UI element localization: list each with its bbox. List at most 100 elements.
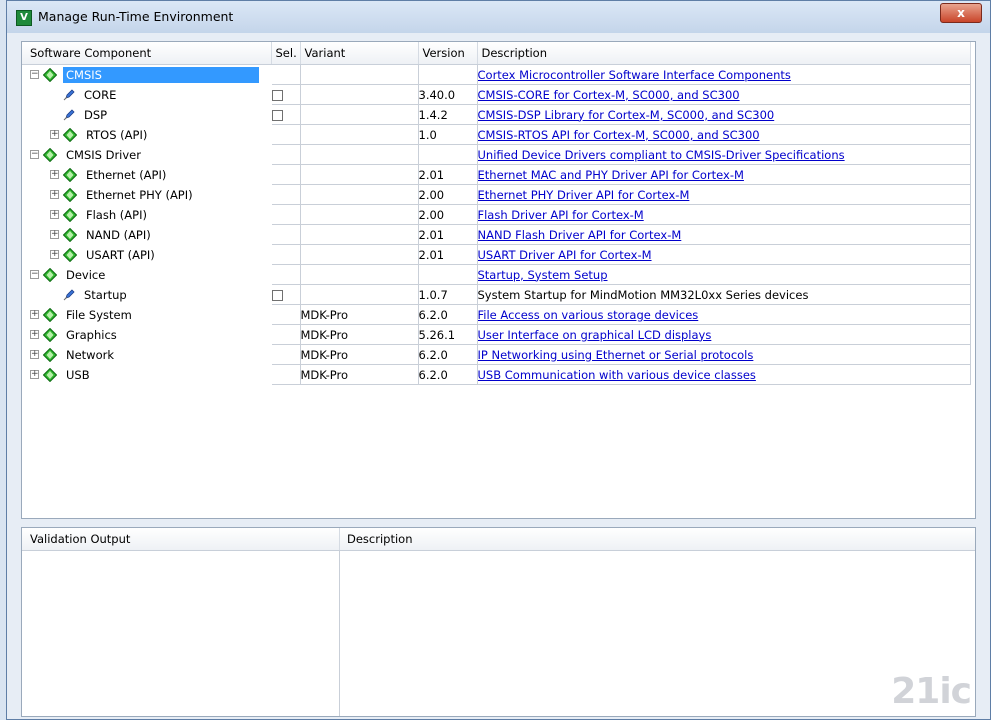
tree-node[interactable]: DSP: [22, 105, 270, 124]
description-link[interactable]: Ethernet MAC and PHY Driver API for Cort…: [478, 168, 744, 182]
table-row[interactable]: + Ethernet PHY (API) 2.00 Ethernet PHY Dri…: [22, 184, 971, 205]
table-row[interactable]: + Network MDK-Pro 6.2.0 IP Networking using…: [22, 344, 971, 365]
tree-node[interactable]: Startup: [22, 285, 270, 304]
description-link[interactable]: CMSIS-DSP Library for Cortex-M, SC000, a…: [478, 108, 775, 122]
header-software-component[interactable]: Software Component: [22, 42, 272, 65]
sel-cell[interactable]: [271, 284, 301, 305]
table-row[interactable]: + RTOS (API) 1.0 CMSIS-RTOS API for Cortex…: [22, 124, 971, 145]
tree-node[interactable]: + USB: [22, 365, 270, 384]
header-sel[interactable]: Sel.: [271, 42, 301, 65]
sel-cell[interactable]: [271, 104, 301, 125]
expand-icon[interactable]: +: [50, 210, 59, 219]
description-link[interactable]: CMSIS-CORE for Cortex-M, SC000, and SC30…: [478, 88, 740, 102]
table-row[interactable]: CORE 3.40.0 CMSIS-CORE for Cortex-M, SC000…: [22, 84, 971, 105]
window-title: Manage Run-Time Environment: [38, 9, 234, 24]
sel-cell: [271, 304, 301, 325]
tree-node[interactable]: + USART (API): [22, 245, 270, 264]
tree-node[interactable]: + NAND (API): [22, 225, 270, 244]
description-cell: Flash Driver API for Cortex-M: [477, 204, 971, 225]
table-row[interactable]: Startup 1.0.7 System Startup for MindMotio…: [22, 284, 971, 305]
tree-node[interactable]: + RTOS (API): [22, 125, 270, 144]
variant-cell[interactable]: MDK-Pro: [300, 324, 419, 345]
description-cell: Cortex Microcontroller Software Interfac…: [477, 64, 971, 85]
select-checkbox[interactable]: [271, 109, 283, 121]
description-link[interactable]: User Interface on graphical LCD displays: [478, 328, 712, 342]
expand-icon[interactable]: +: [30, 310, 39, 319]
version-cell: [418, 64, 478, 85]
header-variant[interactable]: Variant: [300, 42, 419, 65]
description-link[interactable]: Cortex Microcontroller Software Interfac…: [478, 68, 791, 82]
expand-icon[interactable]: +: [50, 250, 59, 259]
tree-node[interactable]: + Ethernet PHY (API): [22, 185, 270, 204]
tree-node[interactable]: + Flash (API): [22, 205, 270, 224]
header-validation-output[interactable]: Validation Output: [30, 532, 130, 546]
title-bar[interactable]: V Manage Run-Time Environment x: [7, 1, 990, 33]
header-description[interactable]: Description: [477, 42, 971, 65]
validation-output-list[interactable]: [22, 551, 340, 716]
table-row[interactable]: + Graphics MDK-Pro 5.26.1 User Interface on…: [22, 324, 971, 345]
expand-icon[interactable]: +: [50, 190, 59, 199]
description-link[interactable]: USB Communication with various device cl…: [478, 368, 756, 382]
select-checkbox[interactable]: [271, 289, 283, 301]
component-table: Software Component Sel. Variant Version …: [22, 42, 971, 385]
description-cell: CMSIS-CORE for Cortex-M, SC000, and SC30…: [477, 84, 971, 105]
description-link[interactable]: Startup, System Setup: [478, 268, 608, 282]
expand-icon[interactable]: +: [50, 170, 59, 179]
sel-cell: [271, 144, 301, 165]
description-link[interactable]: Ethernet PHY Driver API for Cortex-M: [478, 188, 690, 202]
component-cell: + RTOS (API): [22, 124, 272, 145]
description-cell: System Startup for MindMotion MM32L0xx S…: [477, 284, 971, 305]
table-row[interactable]: − CMSIS Driver Unified Device Drivers com…: [22, 144, 971, 165]
collapse-icon[interactable]: −: [30, 150, 39, 159]
header-validation-description[interactable]: Description: [347, 532, 413, 546]
tree-node[interactable]: − CMSIS: [22, 65, 270, 84]
variant-cell[interactable]: MDK-Pro: [300, 304, 419, 325]
collapse-icon[interactable]: −: [30, 70, 39, 79]
table-row[interactable]: + File System MDK-Pro 6.2.0 File Access on …: [22, 304, 971, 325]
header-version[interactable]: Version: [418, 42, 478, 65]
description-link[interactable]: CMSIS-RTOS API for Cortex-M, SC000, and …: [478, 128, 760, 142]
description-link[interactable]: File Access on various storage devices: [478, 308, 699, 322]
component-grid: Software Component Sel. Variant Version …: [21, 41, 976, 519]
collapse-icon[interactable]: −: [30, 270, 39, 279]
table-row[interactable]: + USART (API) 2.01 USART Driver API for Co…: [22, 244, 971, 265]
description-link[interactable]: Unified Device Drivers compliant to CMSI…: [478, 148, 845, 162]
component-name: RTOS (API): [86, 127, 148, 142]
version-cell: 1.4.2: [418, 104, 478, 125]
tree-node[interactable]: − Device: [22, 265, 270, 284]
component-cell: Startup: [22, 284, 272, 305]
expand-icon[interactable]: +: [30, 370, 39, 379]
expand-icon[interactable]: +: [50, 230, 59, 239]
tree-node[interactable]: CORE: [22, 85, 270, 104]
table-row[interactable]: + USB MDK-Pro 6.2.0 USB Communication with …: [22, 364, 971, 385]
close-button[interactable]: x: [940, 3, 982, 23]
version-cell: 5.26.1: [418, 324, 478, 345]
component-cell: − CMSIS Driver: [22, 144, 272, 165]
expand-icon[interactable]: +: [30, 350, 39, 359]
description-link[interactable]: IP Networking using Ethernet or Serial p…: [478, 348, 754, 362]
table-row[interactable]: + Flash (API) 2.00 Flash Driver API for Co…: [22, 204, 971, 225]
tree-node[interactable]: + File System: [22, 305, 270, 324]
table-row[interactable]: − CMSIS Cortex Microcontroller Software I…: [22, 64, 971, 85]
component-name: Device: [66, 267, 106, 282]
tree-node[interactable]: + Ethernet (API): [22, 165, 270, 184]
table-row[interactable]: DSP 1.4.2 CMSIS-DSP Library for Cortex-M, …: [22, 104, 971, 125]
variant-cell[interactable]: MDK-Pro: [300, 364, 419, 385]
description-cell: USART Driver API for Cortex-M: [477, 244, 971, 265]
table-row[interactable]: + NAND (API) 2.01 NAND Flash Driver API fo…: [22, 224, 971, 245]
tree-node[interactable]: + Network: [22, 345, 270, 364]
expand-icon[interactable]: +: [30, 330, 39, 339]
table-row[interactable]: + Ethernet (API) 2.01 Ethernet MAC and PHY…: [22, 164, 971, 185]
tree-node[interactable]: − CMSIS Driver: [22, 145, 270, 164]
description-link[interactable]: Flash Driver API for Cortex-M: [478, 208, 644, 222]
description-link[interactable]: NAND Flash Driver API for Cortex-M: [478, 228, 682, 242]
tree-node[interactable]: + Graphics: [22, 325, 270, 344]
variant-cell[interactable]: MDK-Pro: [300, 344, 419, 365]
expand-icon[interactable]: +: [50, 130, 59, 139]
description-link[interactable]: USART Driver API for Cortex-M: [478, 248, 652, 262]
component-diamond-icon: [42, 67, 58, 82]
table-row[interactable]: − Device Startup, System Setup: [22, 264, 971, 285]
sel-cell[interactable]: [271, 84, 301, 105]
select-checkbox[interactable]: [271, 89, 283, 101]
component-cell: − Device: [22, 264, 272, 285]
